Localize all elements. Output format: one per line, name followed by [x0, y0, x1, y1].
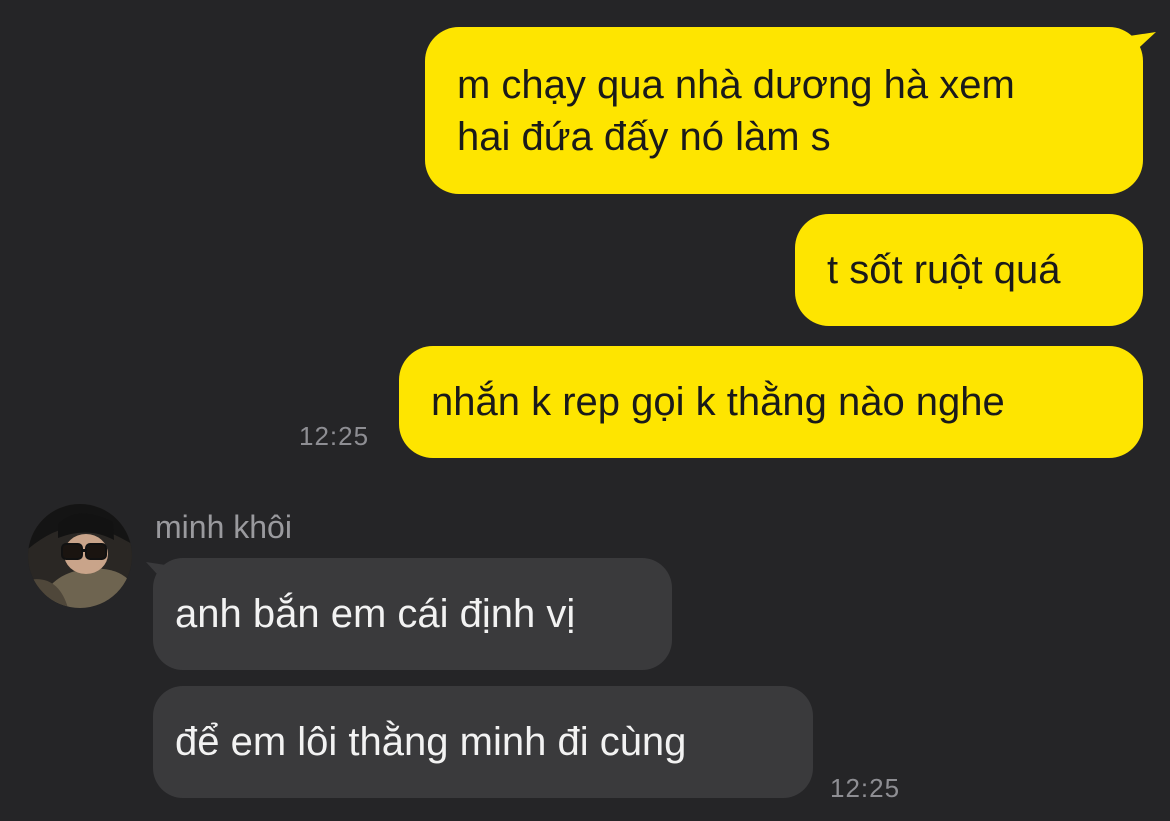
outgoing-message-2[interactable]: t sốt ruột quá: [795, 214, 1143, 326]
avatar[interactable]: [28, 504, 132, 608]
incoming-message-2[interactable]: để em lôi thằng minh đi cùng: [153, 686, 813, 798]
outgoing-message-2-text: t sốt ruột quá: [827, 248, 1061, 292]
outgoing-message-1-line-2: hai đứa đấy nó làm s: [457, 114, 831, 159]
incoming-message-1[interactable]: anh bắn em cái định vị: [153, 558, 672, 670]
outgoing-message-1-line-1: m chạy qua nhà dương hà xem: [457, 62, 1015, 107]
outgoing-timestamp: 12:25: [299, 421, 370, 451]
outgoing-message-1[interactable]: m chạy qua nhà dương hà xem hai đứa đấy …: [425, 27, 1143, 194]
chat-screen: { "outgoing": [ {"line1": "m chạy qua nh…: [0, 0, 1170, 821]
outgoing-message-3[interactable]: nhắn k rep gọi k thằng nào nghe: [399, 346, 1143, 458]
incoming-timestamp: 12:25: [830, 773, 901, 803]
incoming-message-1-text: anh bắn em cái định vị: [175, 592, 576, 636]
incoming-message-2-text: để em lôi thằng minh đi cùng: [175, 720, 687, 764]
outgoing-message-3-text: nhắn k rep gọi k thằng nào nghe: [431, 380, 1005, 424]
sender-name: minh khôi: [155, 509, 292, 545]
avatar-image: [28, 504, 132, 608]
